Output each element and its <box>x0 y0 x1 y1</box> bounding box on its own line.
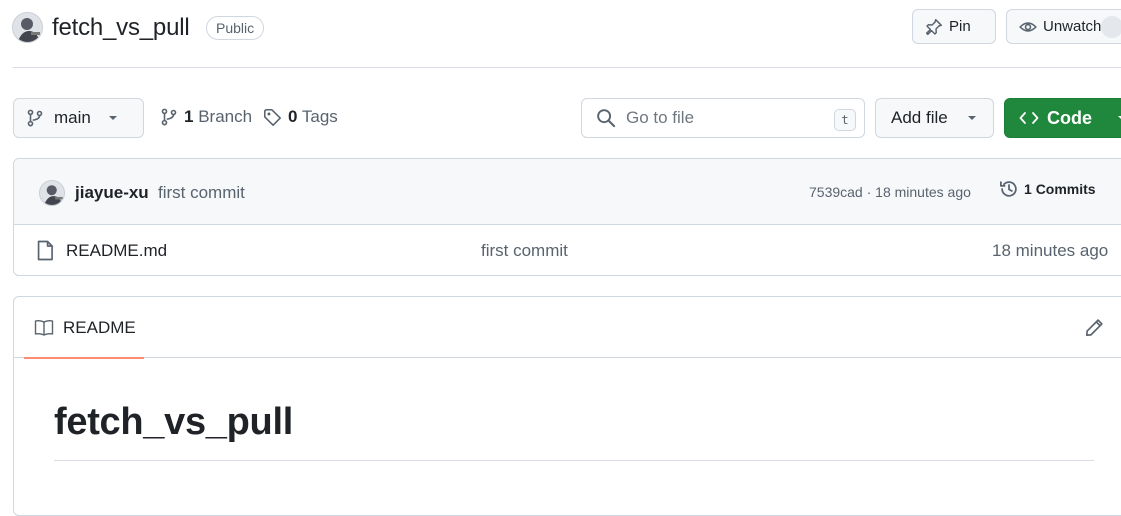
keyboard-shortcut-hint: t <box>834 109 856 131</box>
active-tab-underline <box>24 357 144 359</box>
history-icon <box>999 179 1019 199</box>
readme-tab-bar: README <box>14 297 1121 359</box>
readme-tab-label: README <box>63 318 136 337</box>
tag-label: Tags <box>301 107 338 126</box>
commit-author-avatar[interactable] <box>39 180 65 206</box>
add-file-button[interactable]: Add file <box>875 98 994 138</box>
branch-selector[interactable]: main <box>13 98 144 138</box>
pencil-icon[interactable] <box>1085 318 1104 337</box>
git-branch-icon <box>26 109 44 127</box>
tag-icon <box>263 108 282 127</box>
tab-readme[interactable]: README <box>24 297 144 359</box>
caret-down-icon <box>966 112 978 124</box>
caret-down-icon <box>1116 112 1121 124</box>
file-name-link[interactable]: README.md <box>66 241 167 261</box>
latest-commit-bar: jiayue-xu first commit 7539cad · 18 minu… <box>14 159 1121 225</box>
unwatch-button[interactable]: Unwatch <box>1006 9 1121 44</box>
file-browser: jiayue-xu first commit 7539cad · 18 minu… <box>13 158 1121 276</box>
go-to-file-input[interactable] <box>626 108 826 128</box>
repo-name-link[interactable]: fetch_vs_pull <box>52 14 190 42</box>
unwatch-label: Unwatch <box>1043 18 1102 35</box>
file-commit-message-link[interactable]: first commit <box>481 241 568 261</box>
code-icon <box>1019 110 1039 126</box>
tag-count: 0 <box>288 107 298 126</box>
code-label: Code <box>1047 107 1092 128</box>
header-divider <box>13 67 1121 68</box>
branch-count: 1 <box>184 107 194 126</box>
add-file-label: Add file <box>891 108 948 127</box>
pin-button[interactable]: Pin <box>912 9 996 44</box>
commit-hash-and-time[interactable]: 7539cad · 18 minutes ago <box>809 184 971 200</box>
commits-count: 1 <box>1024 181 1032 197</box>
file-icon <box>36 240 54 261</box>
branches-link[interactable]: 1 Branch <box>160 107 252 127</box>
tags-link[interactable]: 0 Tags <box>263 107 338 127</box>
go-to-file-search[interactable]: t <box>581 98 865 138</box>
file-row[interactable]: README.md first commit 18 minutes ago <box>14 226 1121 275</box>
commit-author-link[interactable]: jiayue-xu <box>75 183 149 203</box>
caret-down-icon <box>107 112 119 124</box>
commits-label: Commits <box>1035 181 1096 197</box>
book-icon <box>34 319 54 337</box>
readme-panel: README fetch_vs_pull <box>13 296 1121 516</box>
repo-owner-avatar[interactable] <box>12 12 43 43</box>
pin-icon <box>925 18 943 36</box>
commits-history-link[interactable]: 1 Commits <box>999 179 1096 199</box>
watchers-count-badge <box>1101 16 1121 38</box>
code-button[interactable]: Code <box>1004 98 1121 138</box>
readme-heading: fetch_vs_pull <box>54 401 293 443</box>
git-branch-icon <box>160 108 178 126</box>
visibility-badge: Public <box>206 16 265 40</box>
pin-label: Pin <box>949 18 971 35</box>
readme-heading-rule <box>54 460 1094 461</box>
branch-name: main <box>54 108 91 127</box>
search-icon <box>596 108 616 128</box>
eye-icon <box>1019 18 1037 36</box>
commit-message-link[interactable]: first commit <box>158 183 245 203</box>
branch-label: Branch <box>198 107 253 126</box>
file-last-updated: 18 minutes ago <box>992 241 1109 260</box>
